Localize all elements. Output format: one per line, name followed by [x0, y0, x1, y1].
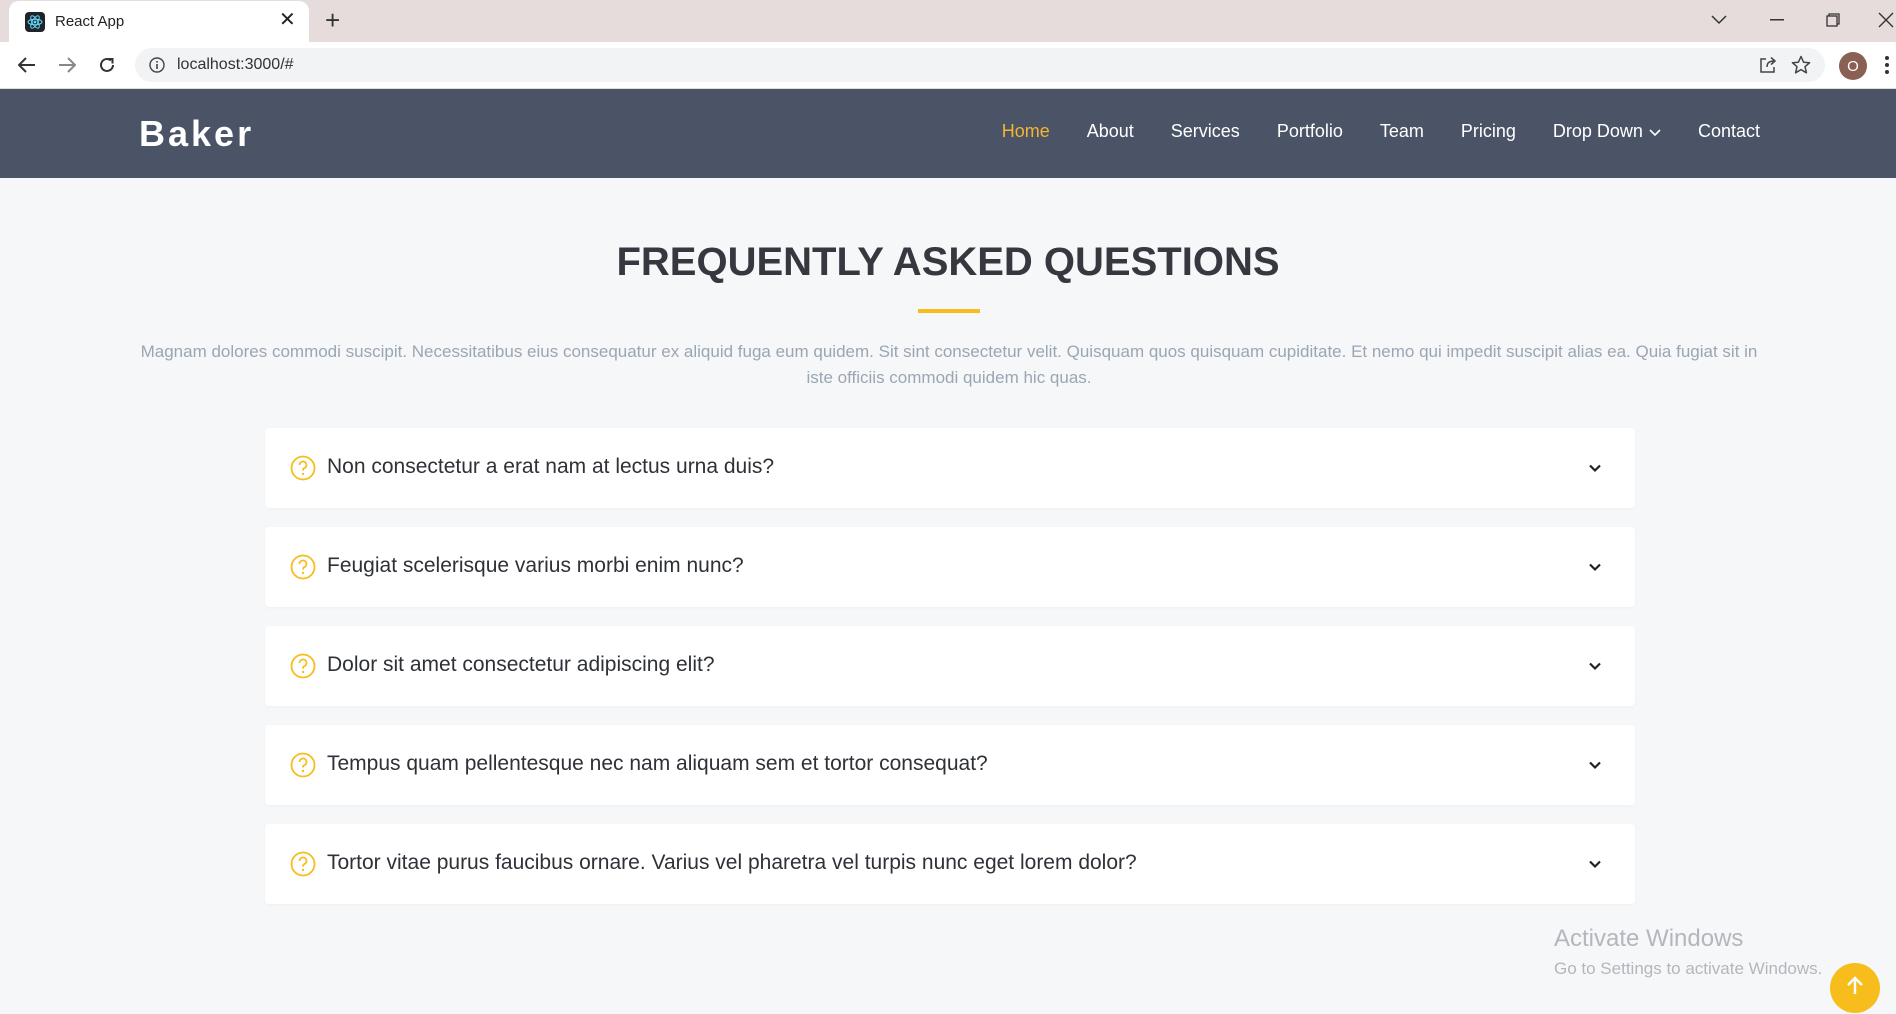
address-bar[interactable]: localhost:3000/#	[135, 48, 1825, 82]
forward-arrow-icon[interactable]	[54, 52, 80, 78]
back-to-top-button[interactable]	[1830, 963, 1880, 1013]
faq-item[interactable]: Tempus quam pellentesque nec nam aliquam…	[265, 725, 1635, 805]
watermark-subtitle: Go to Settings to activate Windows.	[1554, 959, 1823, 978]
nav-pricing[interactable]: Pricing	[1461, 121, 1516, 142]
faq-list: Non consectetur a erat nam at lectus urn…	[265, 428, 1635, 923]
site-logo[interactable]: Baker	[139, 113, 254, 155]
nav-services[interactable]: Services	[1171, 121, 1240, 142]
section-intro: Magnam dolores commodi suscipit. Necessi…	[140, 342, 1758, 387]
back-arrow-icon[interactable]	[14, 52, 40, 78]
react-favicon-icon	[25, 12, 45, 32]
main-navigation: Home About Services Portfolio Team Prici…	[965, 121, 1760, 142]
browser-tab-strip: React App ✕ +	[0, 0, 1896, 43]
tab-title: React App	[55, 13, 125, 30]
tab-search-chevron-icon[interactable]	[1707, 8, 1731, 32]
chevron-down-icon[interactable]	[1585, 557, 1605, 577]
faq-question: Tempus quam pellentesque nec nam aliquam…	[327, 752, 988, 775]
faq-item[interactable]: Dolor sit amet consectetur adipiscing el…	[265, 626, 1635, 706]
chevron-down-icon[interactable]	[1585, 656, 1605, 676]
close-window-icon[interactable]	[1874, 8, 1896, 32]
faq-question: Tortor vitae purus faucibus ornare. Vari…	[327, 851, 1137, 874]
profile-avatar[interactable]: O	[1839, 52, 1867, 80]
question-circle-icon	[290, 653, 316, 679]
chevron-down-icon	[1649, 121, 1661, 142]
tab-close-icon[interactable]: ✕	[279, 10, 296, 30]
chevron-down-icon[interactable]	[1585, 755, 1605, 775]
site-header: Baker Home About Services Portfolio Team…	[0, 89, 1896, 178]
question-circle-icon	[290, 455, 316, 481]
browser-toolbar: localhost:3000/# O	[0, 42, 1896, 89]
site-info-icon[interactable]	[149, 57, 165, 78]
nav-drop-down-label: Drop Down	[1552, 121, 1643, 141]
nav-drop-down[interactable]: Drop Down	[1553, 121, 1661, 142]
nav-portfolio[interactable]: Portfolio	[1277, 121, 1343, 142]
nav-home[interactable]: Home	[1002, 121, 1050, 142]
minimize-icon[interactable]	[1765, 8, 1789, 32]
bookmark-star-icon[interactable]	[1791, 55, 1811, 80]
browser-menu-icon[interactable]	[1884, 55, 1890, 80]
faq-question: Non consectetur a erat nam at lectus urn…	[327, 455, 775, 478]
title-underline	[918, 309, 980, 313]
new-tab-icon[interactable]: +	[325, 6, 340, 34]
browser-tab[interactable]: React App ✕	[9, 1, 309, 43]
chevron-down-icon[interactable]	[1585, 854, 1605, 874]
faq-item[interactable]: Non consectetur a erat nam at lectus urn…	[265, 428, 1635, 508]
faq-question: Feugiat scelerisque varius morbi enim nu…	[327, 554, 744, 577]
faq-item[interactable]: Feugiat scelerisque varius morbi enim nu…	[265, 527, 1635, 607]
nav-contact[interactable]: Contact	[1698, 121, 1760, 142]
windows-activation-watermark: Activate Windows Go to Settings to activ…	[1554, 925, 1822, 979]
arrow-up-icon	[1844, 975, 1866, 1002]
question-circle-icon	[290, 554, 316, 580]
question-circle-icon	[290, 752, 316, 778]
share-icon[interactable]	[1759, 56, 1777, 79]
watermark-title: Activate Windows	[1554, 925, 1744, 952]
nav-team[interactable]: Team	[1380, 121, 1424, 142]
reload-icon[interactable]	[94, 52, 120, 78]
faq-item[interactable]: Tortor vitae purus faucibus ornare. Vari…	[265, 824, 1635, 904]
question-circle-icon	[290, 851, 316, 877]
section-title: FREQUENTLY ASKED QUESTIONS	[616, 240, 1280, 284]
url-text: localhost:3000/#	[177, 56, 294, 73]
nav-about[interactable]: About	[1087, 121, 1134, 142]
chevron-down-icon[interactable]	[1585, 458, 1605, 478]
faq-question: Dolor sit amet consectetur adipiscing el…	[327, 653, 715, 676]
restore-icon[interactable]	[1821, 8, 1845, 32]
